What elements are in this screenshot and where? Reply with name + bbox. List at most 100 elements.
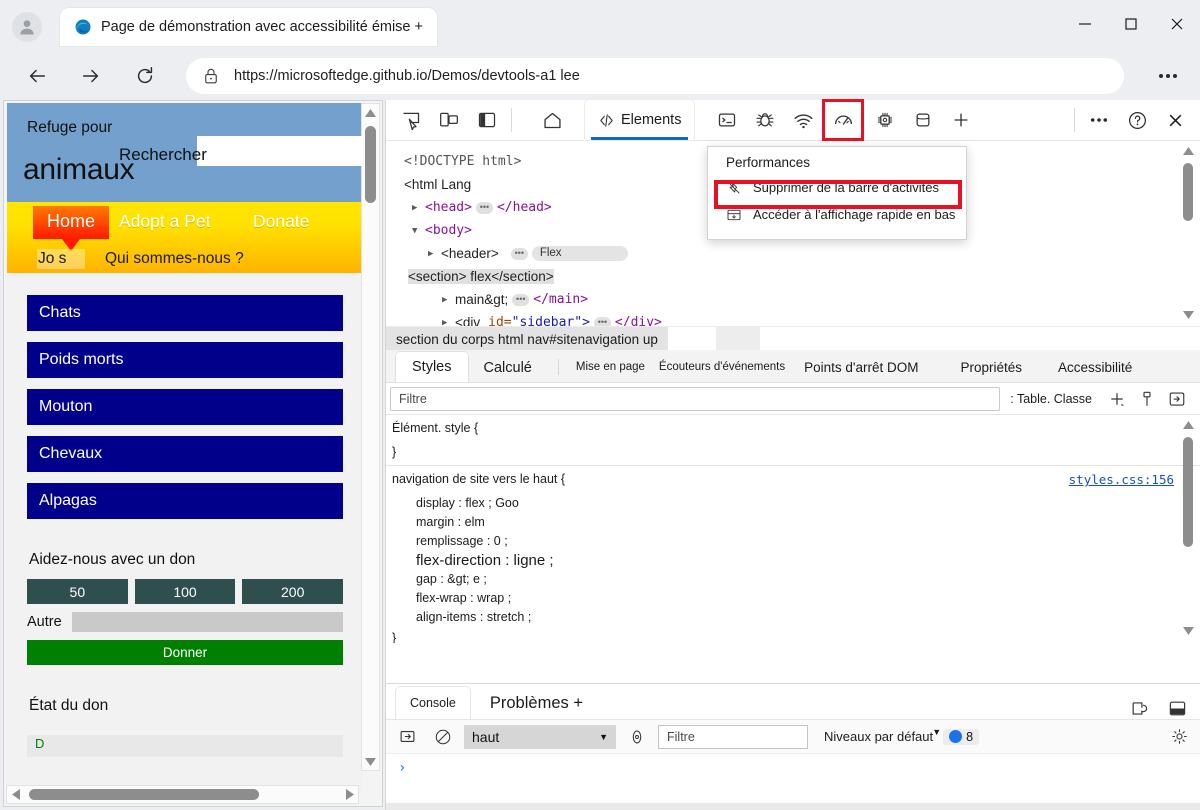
css-declaration[interactable]: flex-wrap : wrap ;	[390, 589, 1200, 608]
add-panel-button[interactable]	[942, 100, 980, 140]
tab-memory[interactable]	[866, 100, 904, 140]
live-expression-button[interactable]	[622, 723, 652, 751]
scroll-down-arrow[interactable]	[362, 753, 379, 770]
css-rule-element-style[interactable]: Élément. style { }	[386, 415, 1200, 466]
add-rule-button[interactable]	[1102, 385, 1132, 413]
ellipsis-children-icon[interactable]: •••	[512, 293, 530, 306]
nav-item-about[interactable]: Qui sommes-nous ?	[105, 250, 244, 268]
ellipsis-children-icon[interactable]: •••	[593, 316, 611, 326]
donation-amount-200[interactable]: 200	[242, 579, 344, 604]
tab-accessibility[interactable]: Accessibilité	[1046, 353, 1144, 382]
search-input[interactable]	[197, 136, 363, 166]
nav-item-jobs[interactable]: Jo s	[38, 250, 66, 268]
breadcrumb[interactable]: section du corps html nav#sitenavigation…	[386, 326, 1200, 351]
devtools-help-button[interactable]	[1118, 100, 1156, 140]
browser-tab[interactable]: Page de démonstration avec accessibilité…	[60, 8, 437, 46]
dom-line-section[interactable]: <section> flex</section>	[404, 265, 1200, 288]
styles-filter-input[interactable]: Filtre	[390, 386, 1001, 411]
page-vertical-scrollbar[interactable]	[361, 103, 380, 771]
devtools-close-button[interactable]	[1156, 100, 1194, 140]
triangle-up-icon[interactable]	[1183, 421, 1194, 429]
reload-button[interactable]	[122, 53, 168, 99]
other-amount-input[interactable]	[71, 612, 343, 632]
expand-triangle-icon[interactable]: ▶	[412, 203, 425, 213]
maximize-button[interactable]	[1108, 0, 1154, 48]
dock-side-button[interactable]	[468, 100, 506, 140]
category-item[interactable]: Chevaux	[27, 436, 343, 472]
back-button[interactable]	[14, 53, 60, 99]
tab-styles[interactable]: Styles	[396, 352, 468, 382]
ellipsis-children-icon[interactable]: •••	[475, 201, 493, 214]
styles-class-toggle[interactable]: : Table. Classe	[1000, 392, 1102, 406]
console-levels-select[interactable]: Niveaux par défaut ▼	[824, 727, 941, 744]
console-filter-input[interactable]: Filtre	[658, 724, 808, 749]
nav-item-adopt[interactable]: Adopt a Pet	[119, 211, 210, 232]
breadcrumb-path[interactable]: section du corps html nav#sitenavigation…	[386, 327, 668, 351]
dom-line-sidebar[interactable]: ▶ <div id= "sidebar"> ••• </div>	[404, 311, 1200, 326]
minimize-button[interactable]	[1062, 0, 1108, 48]
category-item[interactable]: Mouton	[27, 389, 343, 425]
console-sidebar-button[interactable]	[392, 723, 422, 751]
scroll-left-arrow[interactable]	[7, 786, 24, 803]
tab-sources[interactable]	[746, 100, 784, 140]
nav-item-donate[interactable]: Donate	[253, 211, 309, 232]
category-item[interactable]: Poids morts	[27, 342, 343, 378]
tab-console[interactable]	[708, 100, 746, 140]
tab-performance[interactable]	[822, 99, 865, 141]
scroll-thumb-vertical[interactable]	[1183, 163, 1193, 221]
donation-amount-100[interactable]: 100	[134, 579, 236, 604]
expand-triangle-icon[interactable]: ▶	[442, 295, 455, 305]
tab-application[interactable]	[904, 100, 942, 140]
devtools-home-button[interactable]	[533, 100, 571, 140]
tab-console-drawer[interactable]: Console	[396, 687, 470, 719]
device-emulation-button[interactable]	[430, 100, 468, 140]
triangle-down-icon[interactable]	[1183, 311, 1194, 319]
tab-dom-breakpoints[interactable]: Points d'arrêt DOM	[792, 353, 930, 382]
ellipsis-children-icon[interactable]: •••	[510, 247, 528, 260]
tab-network[interactable]	[784, 100, 822, 140]
tab-issues[interactable]: Problèmes +	[480, 687, 593, 719]
css-rule-site-nav[interactable]: navigation de site vers le haut { styles…	[386, 466, 1200, 643]
clear-console-button[interactable]	[428, 723, 458, 751]
collapse-triangle-icon[interactable]: ▼	[412, 226, 425, 236]
tab-computed[interactable]: Calculé	[468, 353, 548, 382]
inspect-element-button[interactable]	[392, 100, 430, 140]
page-horizontal-scrollbar[interactable]	[6, 785, 359, 804]
expand-triangle-icon[interactable]: ▶	[442, 318, 455, 327]
scroll-thumb-horizontal[interactable]	[29, 789, 259, 800]
scroll-thumb-vertical[interactable]	[1183, 437, 1193, 547]
flex-badge[interactable]: Flex	[531, 246, 628, 261]
css-source-link[interactable]: styles.css:156	[1069, 472, 1174, 487]
scroll-right-arrow[interactable]	[341, 786, 358, 803]
tab-elements[interactable]: Elements	[585, 100, 695, 140]
toggle-class-button[interactable]	[1132, 385, 1162, 413]
tab-layout[interactable]: Mise en page	[569, 353, 652, 382]
css-declaration[interactable]: display : flex ; Goo	[390, 494, 1200, 513]
console-prompt[interactable]: ›	[386, 754, 1200, 776]
nav-item-home[interactable]: Home	[33, 206, 110, 251]
forward-button[interactable]	[68, 53, 114, 99]
css-declaration[interactable]: gap : &gt; e ;	[390, 570, 1200, 589]
performance-context-menu[interactable]: Performances Supprimer de la barre d'act…	[707, 146, 967, 240]
tab-properties[interactable]: Propriétés	[949, 353, 1035, 382]
dom-line-header[interactable]: ▶ <header> ••• Flex	[404, 242, 1200, 265]
dom-tree-scrollbar[interactable]	[1181, 145, 1196, 321]
triangle-down-icon[interactable]	[1183, 627, 1194, 635]
computed-sidebar-button[interactable]	[1162, 385, 1192, 413]
donation-amount-50[interactable]: 50	[27, 579, 128, 604]
category-item[interactable]: Alpagas	[27, 483, 343, 519]
expand-triangle-icon[interactable]: ▶	[428, 249, 441, 259]
css-declaration[interactable]: remplissage : 0 ;	[390, 532, 1200, 551]
profile-avatar[interactable]	[12, 12, 42, 42]
css-declaration[interactable]: flex-direction : ligne ;	[390, 551, 1200, 570]
console-context-select[interactable]: haut ▼	[464, 724, 616, 749]
scroll-up-arrow[interactable]	[362, 104, 379, 121]
category-item[interactable]: Chats	[27, 295, 343, 331]
address-bar[interactable]: https://microsoftedge.github.io/Demos/de…	[186, 58, 1124, 94]
triangle-up-icon[interactable]	[1183, 147, 1194, 155]
browser-settings-button[interactable]	[1150, 60, 1186, 92]
scroll-thumb-vertical[interactable]	[365, 126, 376, 203]
css-rules-scrollbar[interactable]	[1181, 419, 1196, 637]
css-declaration[interactable]: margin : elm	[390, 513, 1200, 532]
console-settings-button[interactable]	[1164, 723, 1194, 751]
